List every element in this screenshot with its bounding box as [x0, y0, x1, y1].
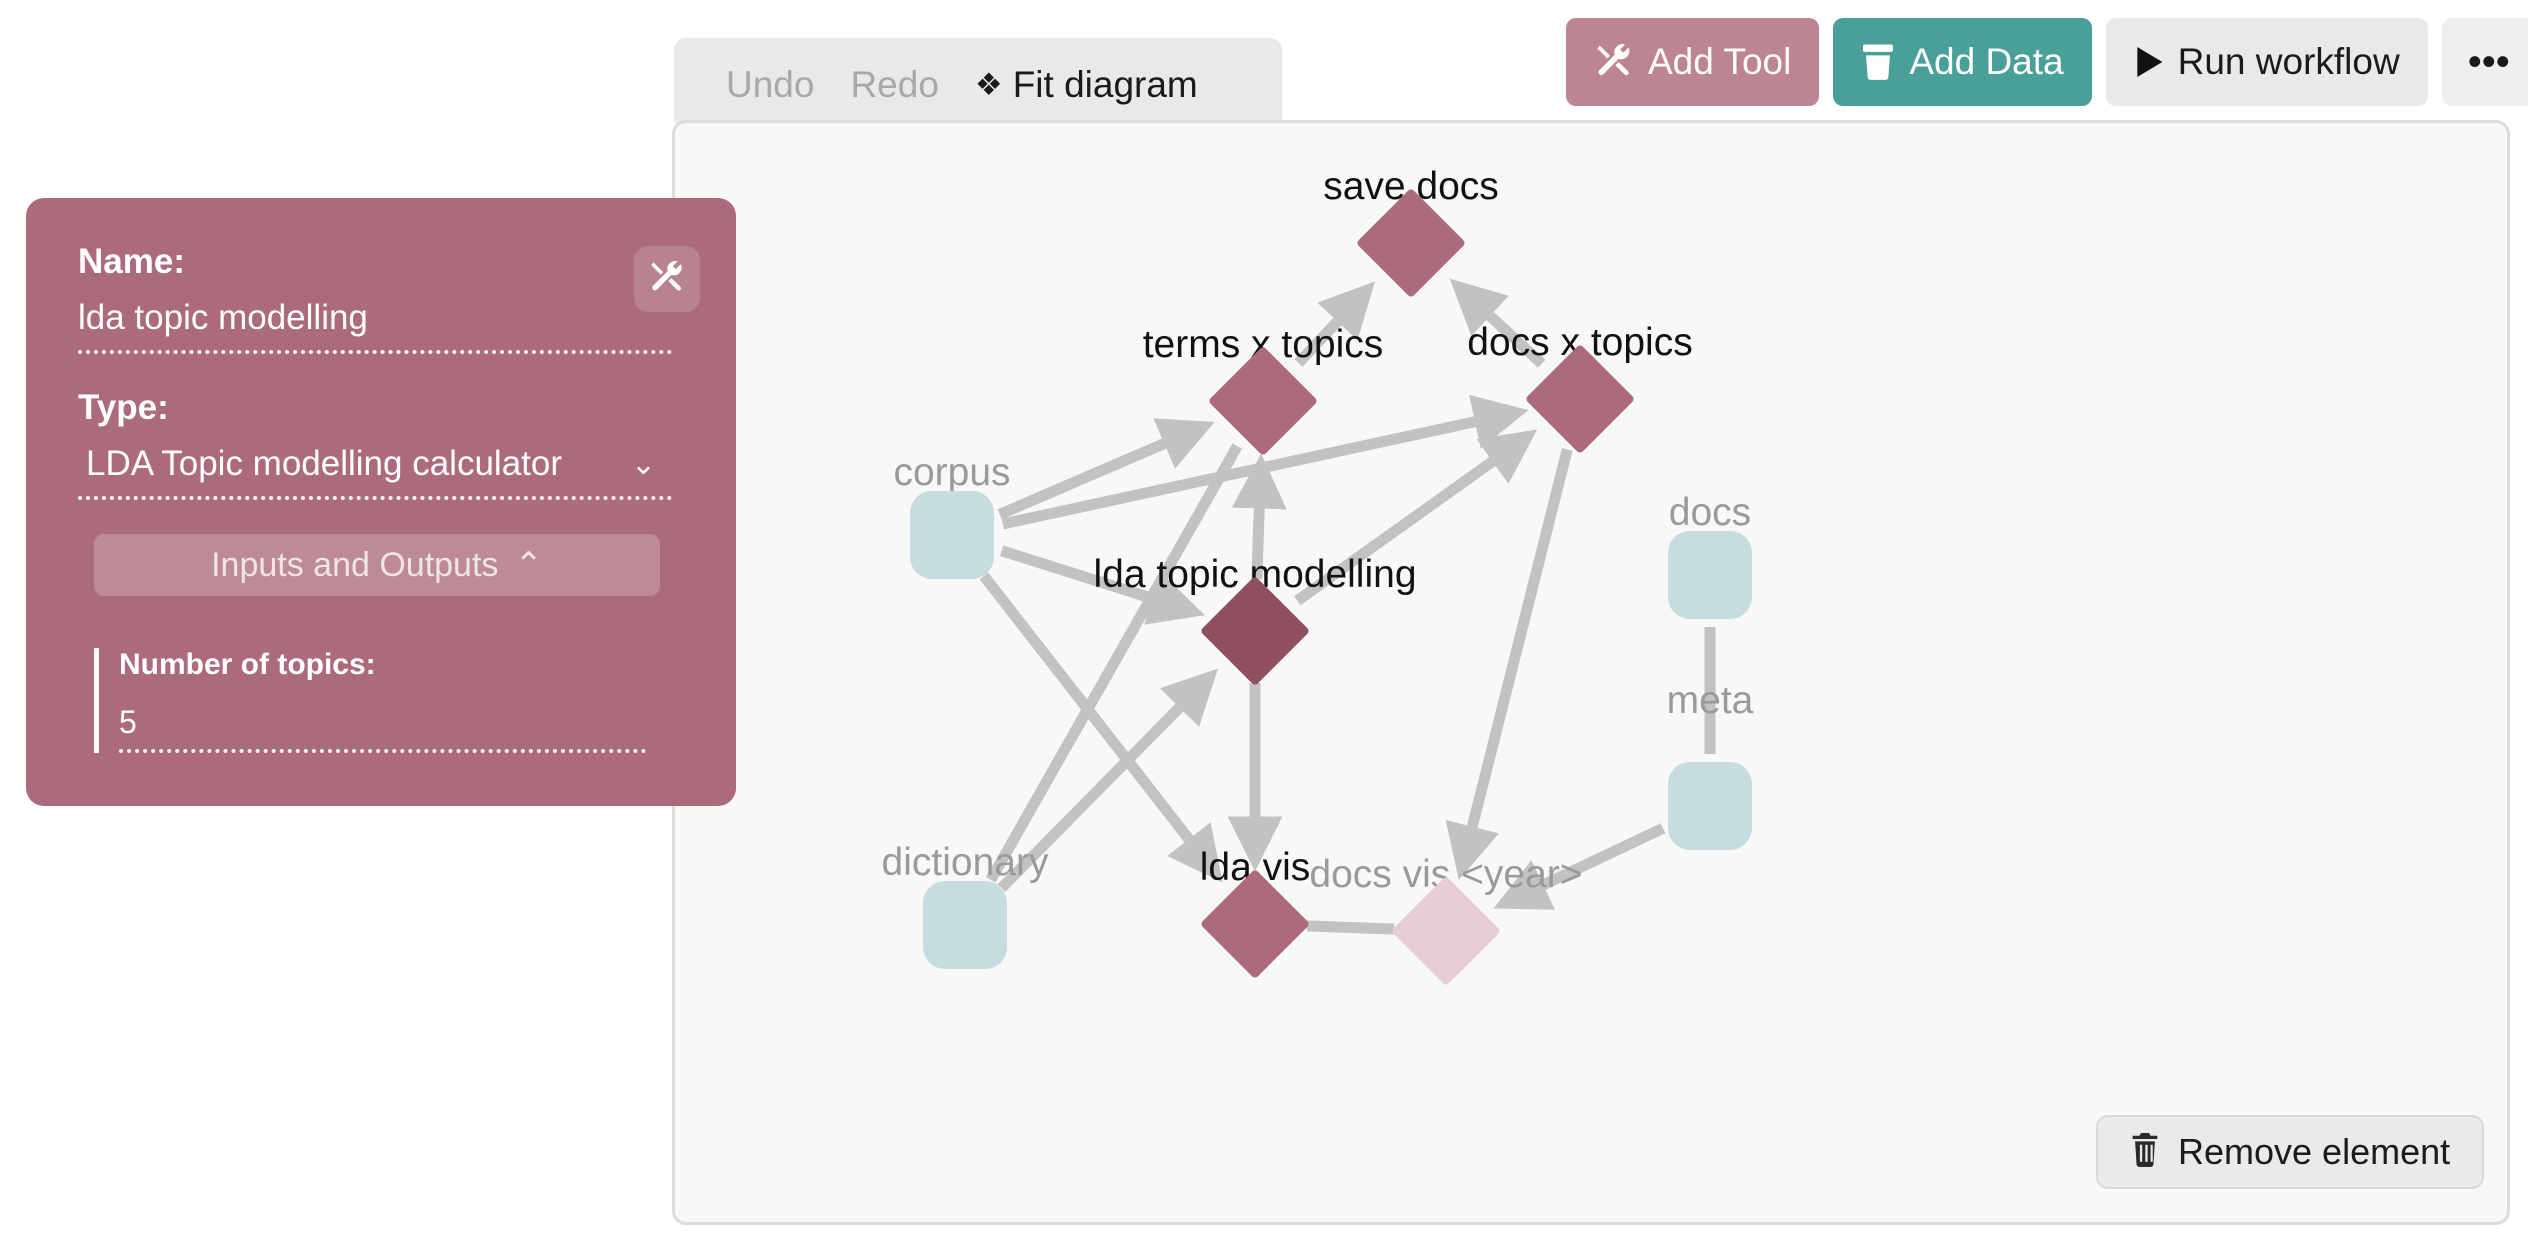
trash-icon: [2130, 1132, 2160, 1172]
run-workflow-button[interactable]: Run workflow: [2105, 18, 2428, 106]
add-tool-button[interactable]: Add Tool: [1566, 18, 1820, 106]
node-docs[interactable]: [1668, 531, 1752, 619]
tools-icon: [648, 259, 686, 300]
fit-diagram-button[interactable]: ❖ Fit diagram: [957, 66, 1216, 103]
node-meta[interactable]: [1668, 762, 1752, 850]
run-workflow-label: Run workflow: [2177, 41, 2400, 82]
node-label-meta: meta: [1666, 679, 1754, 722]
edge: [985, 443, 1243, 883]
add-tool-label: Add Tool: [1648, 41, 1792, 82]
fit-diagram-label: Fit diagram: [1012, 63, 1198, 105]
node-label-dictionary: dictionary: [881, 841, 1049, 884]
node-label-docs: docs: [1668, 491, 1752, 534]
add-data-label: Add Data: [1909, 41, 2064, 82]
name-input[interactable]: lda topic modelling: [78, 298, 672, 354]
edge-layer: [979, 278, 1716, 935]
edge: [1306, 920, 1395, 935]
redo-button[interactable]: Redo: [832, 66, 956, 103]
type-field-label: Type:: [78, 388, 169, 427]
workflow-canvas[interactable]: save docs terms x topics docs x topics lda …: [672, 120, 2510, 1225]
action-toolbar: Add Tool Add Data Run workflow •••: [1566, 18, 2528, 106]
history-toolbar: Undo Redo ❖ Fit diagram: [674, 38, 1282, 130]
add-data-button[interactable]: Add Data: [1833, 18, 2092, 106]
inputs-outputs-label: Inputs and Outputs: [211, 545, 499, 584]
inputs-outputs-toggle[interactable]: Inputs and Outputs ⌃: [94, 534, 660, 596]
remove-element-label: Remove element: [2178, 1131, 2451, 1172]
chevron-down-icon: ⌄: [630, 447, 656, 481]
element-properties-panel: Name: lda topic modelling Type: LDA Topi…: [26, 198, 736, 806]
type-select[interactable]: LDA Topic modelling calculator ⌄: [78, 444, 672, 500]
parameter-group: Number of topics: 5: [94, 648, 646, 753]
parameter-label: Number of topics:: [119, 648, 376, 681]
context-menu-remove-element[interactable]: Remove element: [2096, 1115, 2485, 1189]
chevron-up-icon: ⌃: [514, 546, 543, 584]
edge: [1445, 448, 1573, 880]
diamonds-icon: ❖: [974, 66, 1003, 102]
type-select-value: LDA Topic modelling calculator: [86, 444, 563, 483]
tools-icon: [1594, 42, 1634, 82]
tool-type-icon-button[interactable]: [634, 246, 700, 312]
parameter-input[interactable]: 5: [119, 704, 646, 753]
node-corpus[interactable]: [910, 491, 994, 579]
name-field-label: Name:: [78, 242, 185, 281]
more-options-button[interactable]: •••: [2441, 18, 2528, 106]
database-icon: [1861, 42, 1895, 82]
node-dictionary[interactable]: [923, 881, 1007, 969]
undo-button[interactable]: Undo: [708, 66, 832, 103]
play-icon: [2134, 45, 2164, 79]
node-label-corpus: corpus: [893, 451, 1011, 494]
